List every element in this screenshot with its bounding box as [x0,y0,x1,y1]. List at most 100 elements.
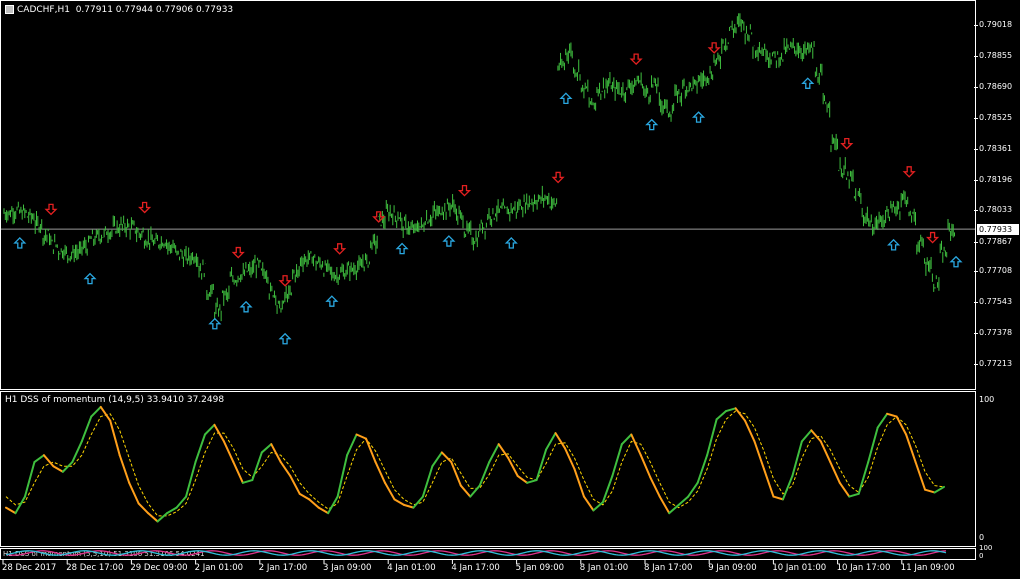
buy-arrow-icon [504,237,518,249]
dss-line-segment [137,502,150,515]
dss-line-segment [516,474,529,484]
dss-line-segment [185,461,197,498]
buy-arrow-shape [83,272,97,285]
dss-line-segment [232,461,244,484]
dss-line-segment [535,448,548,482]
sell-arrow-icon [902,166,916,178]
dss-line-segment [630,433,642,457]
mini-tick-label: 100 [979,544,993,552]
price-tick-mark [974,179,978,181]
dss-line-segment [128,481,140,505]
price-tick-mark [974,210,978,212]
time-tick-label: 2 Jan 01:00 [194,563,244,573]
sell-arrow-shape [629,53,643,66]
buy-arrow-icon [278,332,292,345]
price-tick-mark [974,271,978,273]
dss-line-segment [450,461,462,487]
chart-canvas [1,13,975,564]
sell-arrow-shape [231,246,245,259]
dss-line-segment [677,495,690,506]
price-tick-mark [974,364,978,366]
dss-line-segment [203,423,216,436]
dss-line-segment [365,437,377,464]
sell-arrow-icon [278,275,292,287]
dss-line-segment [374,461,386,484]
dss-line-segment [118,454,131,484]
price-tick-mark [974,333,978,335]
dss-line-segment [469,484,481,498]
dss-line-segment [222,440,235,464]
dss-line-segment [355,433,368,440]
sell-arrow-icon [231,246,245,259]
time-tick-label: 4 Jan 01:00 [387,563,436,573]
dss-line-segment [933,485,945,494]
dss-line-segment [687,481,699,498]
dss-line-segment [52,465,64,473]
time-tick-label: 28 Dec 17:00 [66,563,124,573]
buy-arrow-icon [645,118,659,131]
dss-line-segment [715,410,728,421]
dss-line-segment [5,506,17,515]
dss-line-segment [819,440,832,464]
dss-line-segment [838,481,851,498]
dss-line-segment [279,461,292,477]
dss-line-segment [924,488,936,494]
sell-arrow-shape [138,201,152,214]
price-tick-label: 0.78690 [979,82,1013,91]
buy-arrow-icon [949,255,963,268]
buy-arrow-shape [691,111,706,123]
buy-arrow-icon [559,92,573,104]
dss-line-segment [886,412,898,418]
price-tick-label: 0.78361 [979,143,1013,153]
sell-arrow-shape [902,166,916,178]
oscillator-axis: 100 0 [976,391,1020,547]
dss-line-segment [639,454,652,479]
dss-line-segment [241,479,254,484]
sell-arrow-icon [333,243,347,255]
price-tick-mark [974,56,978,57]
buy-arrow-icon [13,237,27,249]
dss-line-segment [346,433,358,457]
dss-line-segment [440,451,453,464]
buy-arrow-icon [887,238,901,251]
time-tick-label: 10 Jan 01:00 [772,563,827,573]
buy-arrow-shape [13,237,27,249]
price-tick-mark [974,25,978,27]
buy-arrow-icon [442,235,456,247]
sell-arrow-icon [840,137,854,150]
dss-line-segment [298,492,311,501]
dss-line-segment [592,501,604,512]
dss-line-segment [175,495,188,509]
time-tick-label: 2 Jan 17:00 [258,563,308,573]
dss-line-segment [402,503,415,509]
dss-line-segment [393,498,405,506]
dss-line-segment [412,495,424,509]
buy-arrow-icon [395,242,409,255]
buy-arrow-shape [949,255,963,268]
price-tick-label: 0.77213 [979,359,1013,369]
buy-arrow-icon [801,77,815,89]
dss-line-segment [526,479,538,484]
dss-line-segment [867,426,879,464]
dss-line-segment [251,451,263,482]
time-tick-label: 5 Jan 09:00 [515,563,565,573]
dss-line-segment [706,418,718,457]
oscillator-tick-label: 0 [979,533,985,542]
dss-line-segment [668,503,680,515]
time-tick-label: 10 Jan 17:00 [836,563,891,573]
dss-line-segment [260,443,273,454]
dss-line-segment [42,454,55,468]
dss-line-segment [914,461,927,491]
dss-line-segment [71,440,83,464]
signal-line [5,410,945,517]
dss-line-segment [90,405,102,418]
time-tick-label: 11 Jan 09:00 [900,563,955,573]
dss-line-segment [109,419,121,457]
price-tick-mark [974,302,978,304]
time-tick-label: 4 Jan 17:00 [451,563,500,573]
sell-arrow-shape [707,42,721,54]
buy-arrow-shape [395,242,409,255]
current-price-tag: 0.77933 [977,224,1019,236]
dss-line-segment [383,481,396,501]
price-tick-label: 0.77378 [979,328,1013,338]
